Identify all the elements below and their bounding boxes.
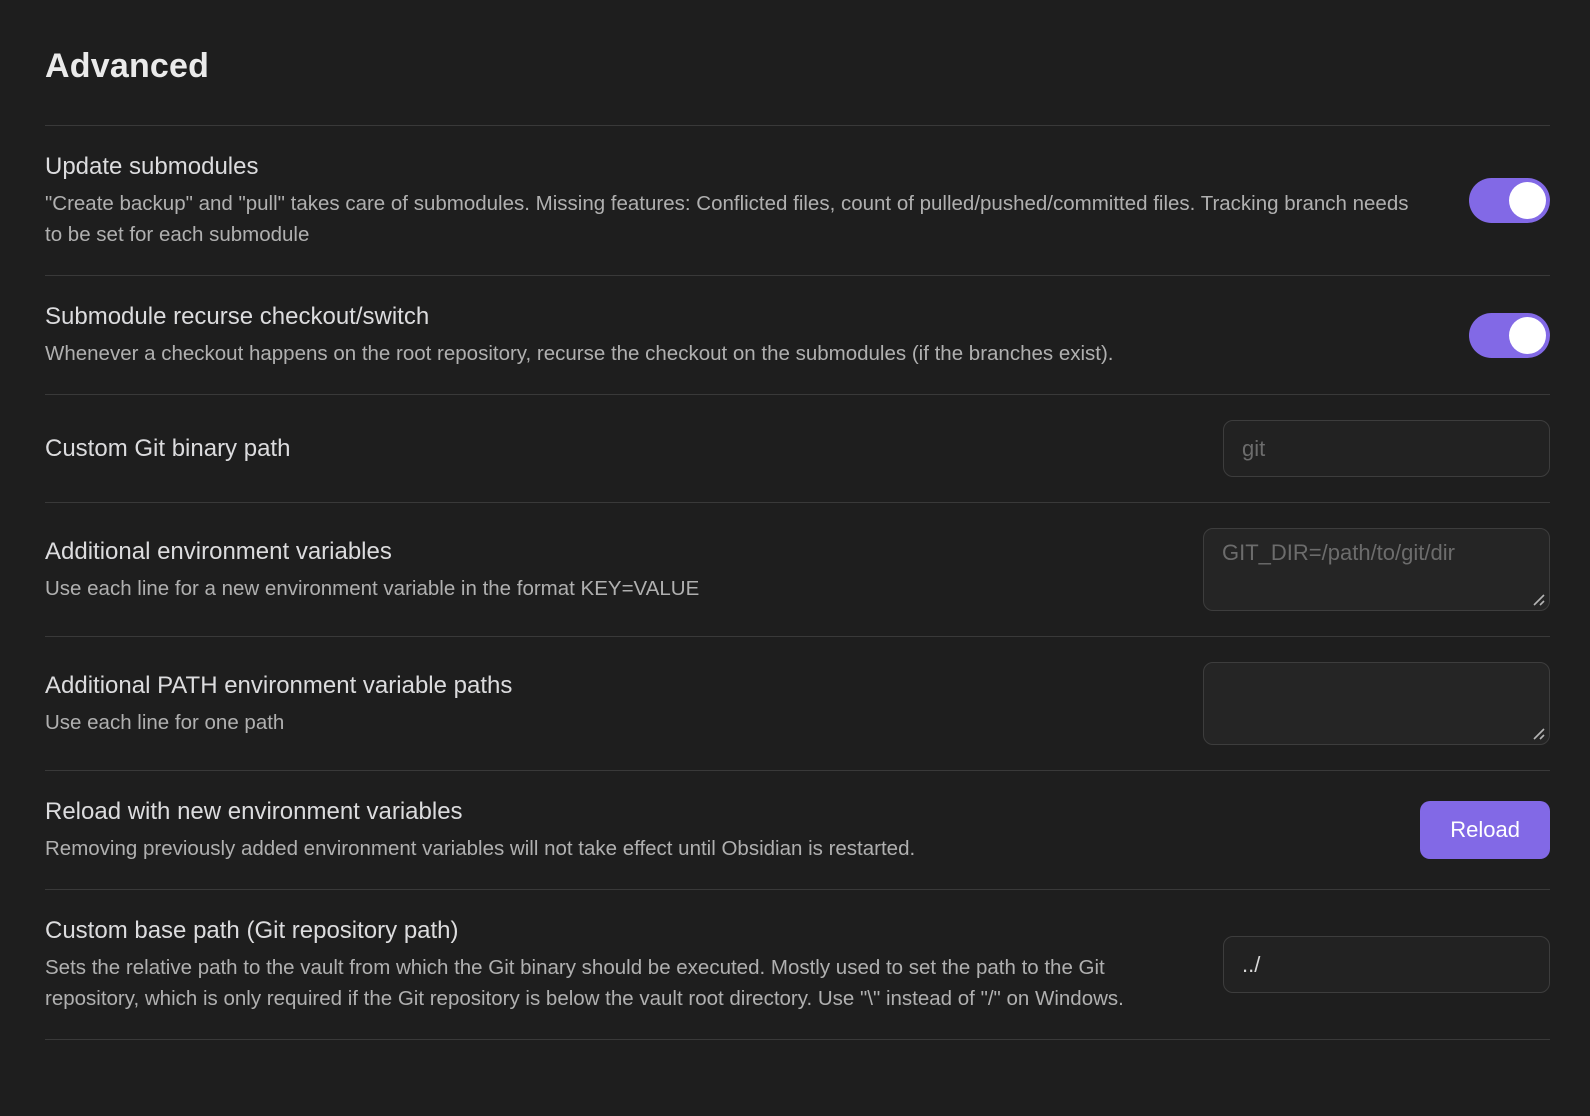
setting-control: Reload <box>1420 801 1550 859</box>
git-binary-path-input[interactable] <box>1223 420 1550 477</box>
setting-description: Whenever a checkout happens on the root … <box>45 338 1429 369</box>
path-vars-textarea[interactable] <box>1203 662 1550 745</box>
setting-name: Additional PATH environment variable pat… <box>45 670 1163 701</box>
setting-info: Custom Git binary path <box>45 433 1223 464</box>
setting-description: Removing previously added environment va… <box>45 833 1380 864</box>
setting-submodule-recurse: Submodule recurse checkout/switch Whenev… <box>45 275 1550 394</box>
setting-info: Custom base path (Git repository path) S… <box>45 915 1223 1014</box>
advanced-settings-page: Advanced Update submodules "Create backu… <box>0 0 1590 1056</box>
setting-description: Sets the relative path to the vault from… <box>45 952 1183 1014</box>
setting-env-vars: Additional environment variables Use eac… <box>45 502 1550 636</box>
setting-path-vars: Additional PATH environment variable pat… <box>45 636 1550 770</box>
toggle-knob <box>1509 182 1546 219</box>
page-heading: Advanced <box>45 0 1550 125</box>
setting-name: Additional environment variables <box>45 536 1163 567</box>
setting-name: Submodule recurse checkout/switch <box>45 301 1429 332</box>
textarea-wrapper <box>1203 662 1550 745</box>
setting-info: Additional environment variables Use eac… <box>45 536 1203 604</box>
setting-name: Reload with new environment variables <box>45 796 1380 827</box>
toggle-knob <box>1509 317 1546 354</box>
setting-control <box>1223 936 1550 993</box>
setting-control <box>1203 662 1550 745</box>
textarea-wrapper <box>1203 528 1550 611</box>
submodule-recurse-toggle[interactable] <box>1469 313 1550 358</box>
setting-reload-env: Reload with new environment variables Re… <box>45 770 1550 889</box>
setting-control <box>1469 178 1550 223</box>
update-submodules-toggle[interactable] <box>1469 178 1550 223</box>
setting-control <box>1469 313 1550 358</box>
setting-name: Custom Git binary path <box>45 433 1183 464</box>
setting-info: Additional PATH environment variable pat… <box>45 670 1203 738</box>
setting-info: Reload with new environment variables Re… <box>45 796 1420 864</box>
setting-description: Use each line for a new environment vari… <box>45 573 1163 604</box>
setting-description: Use each line for one path <box>45 707 1163 738</box>
env-vars-textarea[interactable] <box>1203 528 1550 611</box>
base-path-input[interactable] <box>1223 936 1550 993</box>
setting-base-path: Custom base path (Git repository path) S… <box>45 889 1550 1040</box>
setting-control <box>1223 420 1550 477</box>
setting-update-submodules: Update submodules "Create backup" and "p… <box>45 125 1550 275</box>
setting-name: Update submodules <box>45 151 1429 182</box>
setting-git-binary-path: Custom Git binary path <box>45 394 1550 502</box>
setting-name: Custom base path (Git repository path) <box>45 915 1183 946</box>
setting-description: "Create backup" and "pull" takes care of… <box>45 188 1429 250</box>
reload-button[interactable]: Reload <box>1420 801 1550 859</box>
setting-info: Update submodules "Create backup" and "p… <box>45 151 1469 250</box>
setting-control <box>1203 528 1550 611</box>
page-title: Advanced <box>45 44 1550 88</box>
setting-info: Submodule recurse checkout/switch Whenev… <box>45 301 1469 369</box>
